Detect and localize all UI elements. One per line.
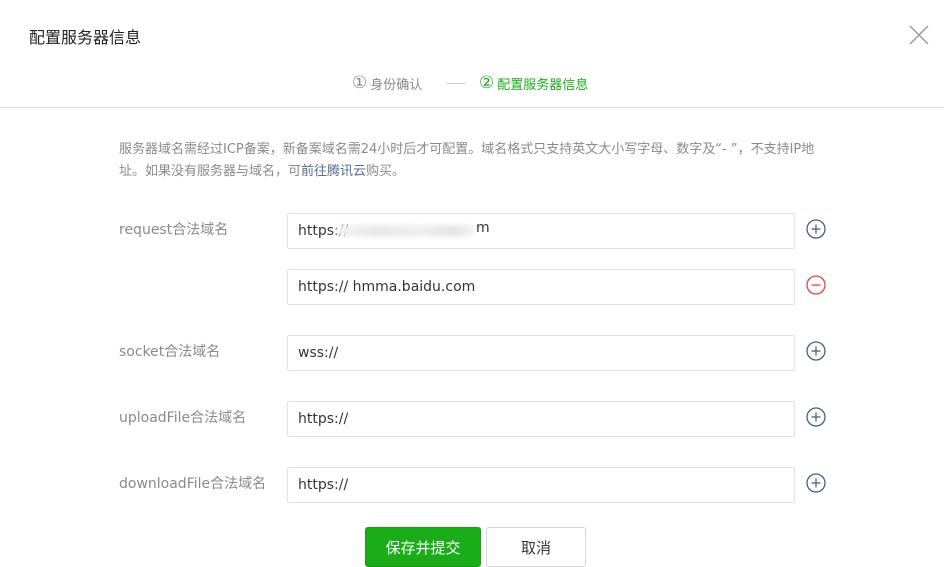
request-domain-label: request合法域名	[119, 222, 229, 238]
step-identity-confirm: ① 身份确认	[352, 72, 422, 94]
step-label: 配置服务器信息	[497, 77, 589, 93]
masked-domain	[336, 225, 476, 237]
step-number: ②	[479, 73, 495, 93]
tencent-cloud-link[interactable]: 前往腾讯云	[301, 164, 366, 179]
description-text: 服务器域名需经过ICP备案，新备案域名需24小时后才可配置。域名格式只支持英文大…	[119, 139, 839, 183]
add-upload-domain-button[interactable]	[806, 407, 826, 427]
request-domain-input-2[interactable]: https:// hmma.baidu.com	[287, 269, 795, 305]
socket-domain-label: socket合法域名	[119, 344, 221, 360]
step-label: 身份确认	[370, 77, 423, 93]
dialog-title: 配置服务器信息	[29, 28, 142, 47]
add-socket-domain-button[interactable]	[806, 341, 826, 361]
step-configure-server: ② 配置服务器信息	[479, 72, 588, 94]
description-suffix: 购买。	[366, 164, 406, 179]
upload-domain-value: https://	[298, 411, 349, 427]
upload-domain-input[interactable]: https://	[287, 401, 795, 437]
cancel-button[interactable]: 取消	[486, 527, 586, 567]
download-domain-value: https://	[298, 477, 349, 493]
header-divider	[0, 107, 944, 108]
add-circle-icon	[806, 473, 826, 493]
step-separator	[446, 83, 466, 84]
step-number: ①	[352, 73, 368, 93]
add-circle-icon	[806, 341, 826, 361]
add-circle-icon	[806, 219, 826, 239]
download-domain-label: downloadFile合法域名	[119, 476, 267, 492]
add-circle-icon	[806, 407, 826, 427]
close-icon	[909, 25, 929, 45]
masked-domain-tail: m	[476, 220, 490, 236]
remove-request-domain-button[interactable]	[806, 275, 826, 295]
step-indicator: ① 身份确认 ② 配置服务器信息	[0, 72, 944, 96]
close-button[interactable]	[908, 24, 930, 46]
socket-domain-input[interactable]: wss://	[287, 335, 795, 371]
upload-domain-label: uploadFile合法域名	[119, 410, 247, 426]
remove-circle-icon	[806, 275, 826, 295]
request-domain-value: https:// hmma.baidu.com	[298, 279, 476, 295]
download-domain-input[interactable]: https://	[287, 467, 795, 503]
socket-domain-value: wss://	[298, 345, 339, 361]
add-download-domain-button[interactable]	[806, 473, 826, 493]
add-request-domain-button[interactable]	[806, 219, 826, 239]
description-main: 服务器域名需经过ICP备案，新备案域名需24小时后才可配置。域名格式只支持英文大…	[119, 142, 815, 179]
save-submit-button[interactable]: 保存并提交	[365, 527, 481, 567]
